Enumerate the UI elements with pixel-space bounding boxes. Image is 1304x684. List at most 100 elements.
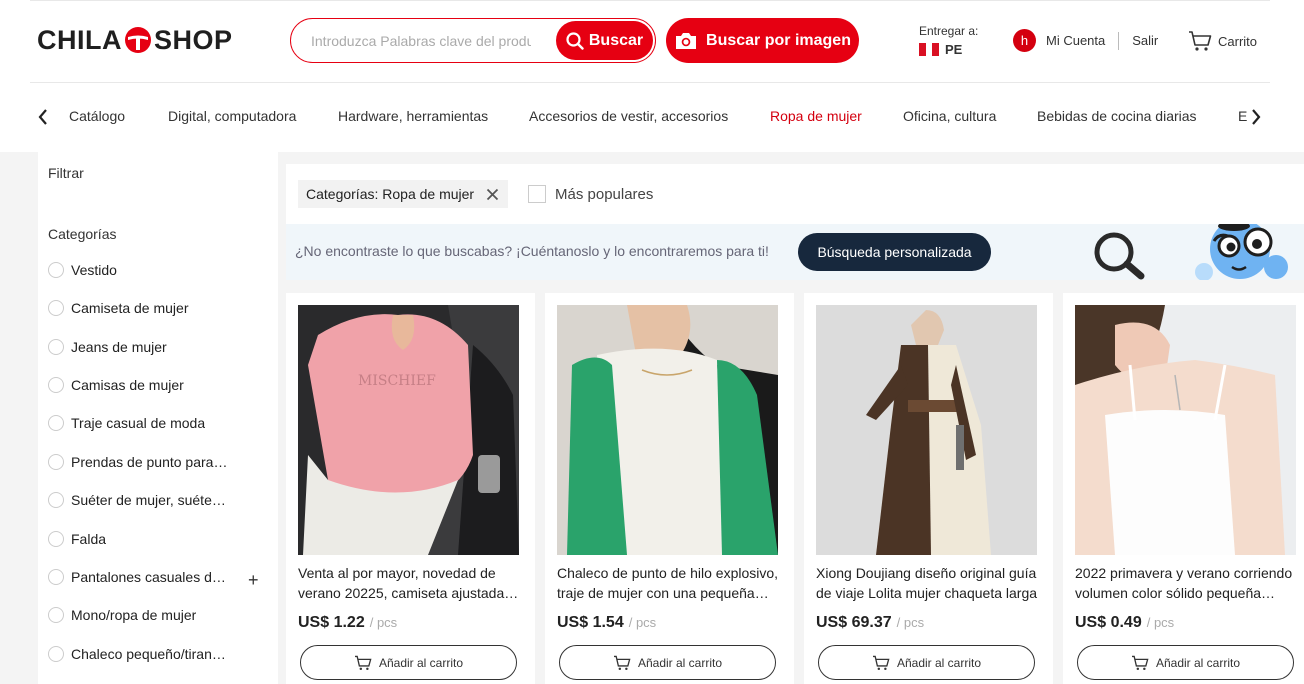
cart-icon: [1189, 31, 1212, 51]
category-option-chaleco[interactable]: Chaleco pequeño/tirantes: [48, 644, 229, 664]
price-value: US$ 1.54: [557, 614, 624, 631]
add-to-cart-button[interactable]: Añadir al carrito: [1077, 645, 1294, 680]
my-account-link[interactable]: Mi Cuenta: [1046, 33, 1105, 48]
product-image[interactable]: MISCHIEF: [298, 305, 519, 555]
nav-item-accesorios[interactable]: Accesorios de vestir, accesorios: [529, 108, 728, 124]
product-card[interactable]: MISCHIEF Venta al por mayor, novedad de …: [286, 293, 535, 684]
chip-label: Categorías: Ropa de mujer: [306, 186, 475, 202]
category-nav: Catálogo Digital, computadora Hardware, …: [0, 104, 1304, 130]
category-option-punto[interactable]: Prendas de punto para mujer: [48, 452, 229, 472]
category-option-traje[interactable]: Traje casual de moda: [48, 413, 205, 433]
product-price: US$ 1.54 / pcs: [557, 614, 656, 632]
top-divider: [30, 0, 1270, 1]
radio-button[interactable]: [48, 646, 64, 662]
header-divider: [30, 82, 1270, 83]
category-option-pantalones[interactable]: Pantalones casuales de mujer: [48, 567, 229, 587]
product-image[interactable]: [816, 305, 1037, 555]
logo-mark-icon: [125, 27, 151, 53]
checkbox[interactable]: [528, 185, 546, 203]
nav-item-hardware[interactable]: Hardware, herramientas: [338, 108, 488, 124]
banner-text: ¿No encontraste lo que buscabas? ¡Cuénta…: [295, 243, 769, 259]
product-card[interactable]: 2022 primavera y verano corriendo volume…: [1063, 293, 1304, 684]
filter-title: Filtrar: [48, 165, 84, 181]
deliver-country: PE: [945, 42, 963, 57]
cart-icon: [1131, 655, 1149, 670]
product-title[interactable]: Xiong Doujiang diseño original guía de v…: [816, 563, 1038, 603]
cart-link[interactable]: Carrito: [1188, 30, 1257, 52]
search-bar: Buscar: [290, 18, 656, 63]
product-card[interactable]: Xiong Doujiang diseño original guía de v…: [804, 293, 1053, 684]
add-to-cart-button[interactable]: Añadir al carrito: [818, 645, 1035, 680]
cart-icon: [354, 655, 372, 670]
top-header: CHILA SHOP Buscar Buscar por imagen Entr…: [0, 0, 1304, 152]
product-title[interactable]: 2022 primavera y verano corriendo volume…: [1075, 563, 1297, 603]
logout-link[interactable]: Salir: [1132, 33, 1158, 48]
add-to-cart-label: Añadir al carrito: [1155, 655, 1241, 670]
price-unit: / pcs: [896, 615, 925, 630]
search-button-label: Buscar: [588, 31, 644, 49]
nav-item-catalogo[interactable]: Catálogo: [69, 108, 125, 124]
filter-chips-bar: Categorías: Ropa de mujer Más populares: [286, 164, 1304, 224]
image-search-button[interactable]: Buscar por imagen: [666, 18, 859, 63]
category-option-vestido[interactable]: Vestido: [48, 260, 117, 280]
expand-plus-icon[interactable]: +: [248, 570, 259, 591]
peru-flag-icon: [919, 43, 940, 56]
add-to-cart-button[interactable]: Añadir al carrito: [300, 645, 517, 680]
nav-item-digital[interactable]: Digital, computadora: [168, 108, 296, 124]
radio-button[interactable]: [48, 262, 64, 278]
add-to-cart-label: Añadir al carrito: [896, 655, 982, 670]
radio-button[interactable]: [48, 492, 64, 508]
category-option-mono[interactable]: Mono/ropa de mujer: [48, 605, 196, 625]
product-price: US$ 0.49 / pcs: [1075, 614, 1174, 632]
product-title[interactable]: Venta al por mayor, novedad de verano 20…: [298, 563, 520, 603]
nav-item-bebidas[interactable]: Bebidas de cocina diarias: [1037, 108, 1197, 124]
nav-item-ropa-mujer[interactable]: Ropa de mujer: [770, 108, 862, 124]
category-label: Pantalones casuales de mujer: [71, 569, 229, 585]
logo[interactable]: CHILA SHOP: [37, 24, 233, 56]
product-image[interactable]: [1075, 305, 1296, 555]
nav-item-oficina[interactable]: Oficina, cultura: [903, 108, 996, 124]
category-option-camiseta[interactable]: Camiseta de mujer: [48, 298, 189, 318]
category-option-sueter[interactable]: Suéter de mujer, suéter de punto: [48, 490, 229, 510]
avatar[interactable]: h: [1013, 29, 1036, 52]
radio-button[interactable]: [48, 377, 64, 393]
radio-button[interactable]: [48, 607, 64, 623]
price-value: US$ 0.49: [1075, 614, 1142, 631]
logo-text-right: SHOP: [154, 24, 233, 55]
category-label: Camisas de mujer: [71, 377, 184, 393]
radio-button[interactable]: [48, 454, 64, 470]
category-option-camisas[interactable]: Camisas de mujer: [48, 375, 184, 395]
category-option-falda[interactable]: Falda: [48, 529, 106, 549]
search-input[interactable]: [311, 31, 531, 51]
price-value: US$ 69.37: [816, 614, 892, 631]
search-icon: [566, 31, 584, 50]
cart-icon: [613, 655, 631, 670]
category-label: Camiseta de mujer: [71, 300, 189, 316]
custom-search-button[interactable]: Búsqueda personalizada: [798, 233, 991, 271]
category-label: Traje casual de moda: [71, 415, 206, 431]
nav-item-more[interactable]: E: [1238, 108, 1247, 124]
product-card[interactable]: Chaleco de punto de hilo explosivo, traj…: [545, 293, 794, 684]
product-image[interactable]: [557, 305, 778, 555]
image-search-label: Buscar por imagen: [706, 31, 851, 49]
radio-button[interactable]: [48, 415, 64, 431]
most-popular-label: Más populares: [555, 185, 654, 203]
category-option-jeans[interactable]: Jeans de mujer: [48, 337, 167, 357]
camera-icon: [676, 32, 697, 49]
radio-button[interactable]: [48, 531, 64, 547]
radio-button[interactable]: [48, 339, 64, 355]
close-icon[interactable]: [486, 188, 499, 201]
most-popular-checkbox[interactable]: Más populares: [528, 185, 653, 203]
add-to-cart-button[interactable]: Añadir al carrito: [559, 645, 776, 680]
product-price: US$ 69.37 / pcs: [816, 614, 924, 632]
radio-button[interactable]: [48, 569, 64, 585]
nav-next-icon[interactable]: [1250, 108, 1262, 126]
main-content: Categorías: Ropa de mujer Más populares …: [286, 164, 1304, 684]
product-title[interactable]: Chaleco de punto de hilo explosivo, traj…: [557, 563, 779, 603]
nav-prev-icon[interactable]: [37, 108, 49, 126]
radio-button[interactable]: [48, 300, 64, 316]
search-button[interactable]: Buscar: [556, 21, 653, 60]
filter-sidebar: Filtrar Categorías Vestido Camiseta de m…: [38, 152, 278, 684]
custom-search-banner: ¿No encontraste lo que buscabas? ¡Cuénta…: [286, 224, 1304, 280]
delivery-selector[interactable]: Entregar a: PE: [919, 24, 978, 57]
